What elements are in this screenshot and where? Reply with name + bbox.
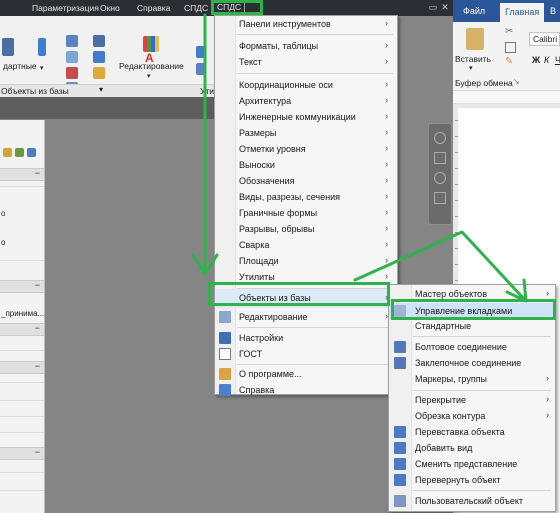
annotation-arrows: [191, 13, 528, 303]
arrow-line-right: [353, 230, 527, 302]
